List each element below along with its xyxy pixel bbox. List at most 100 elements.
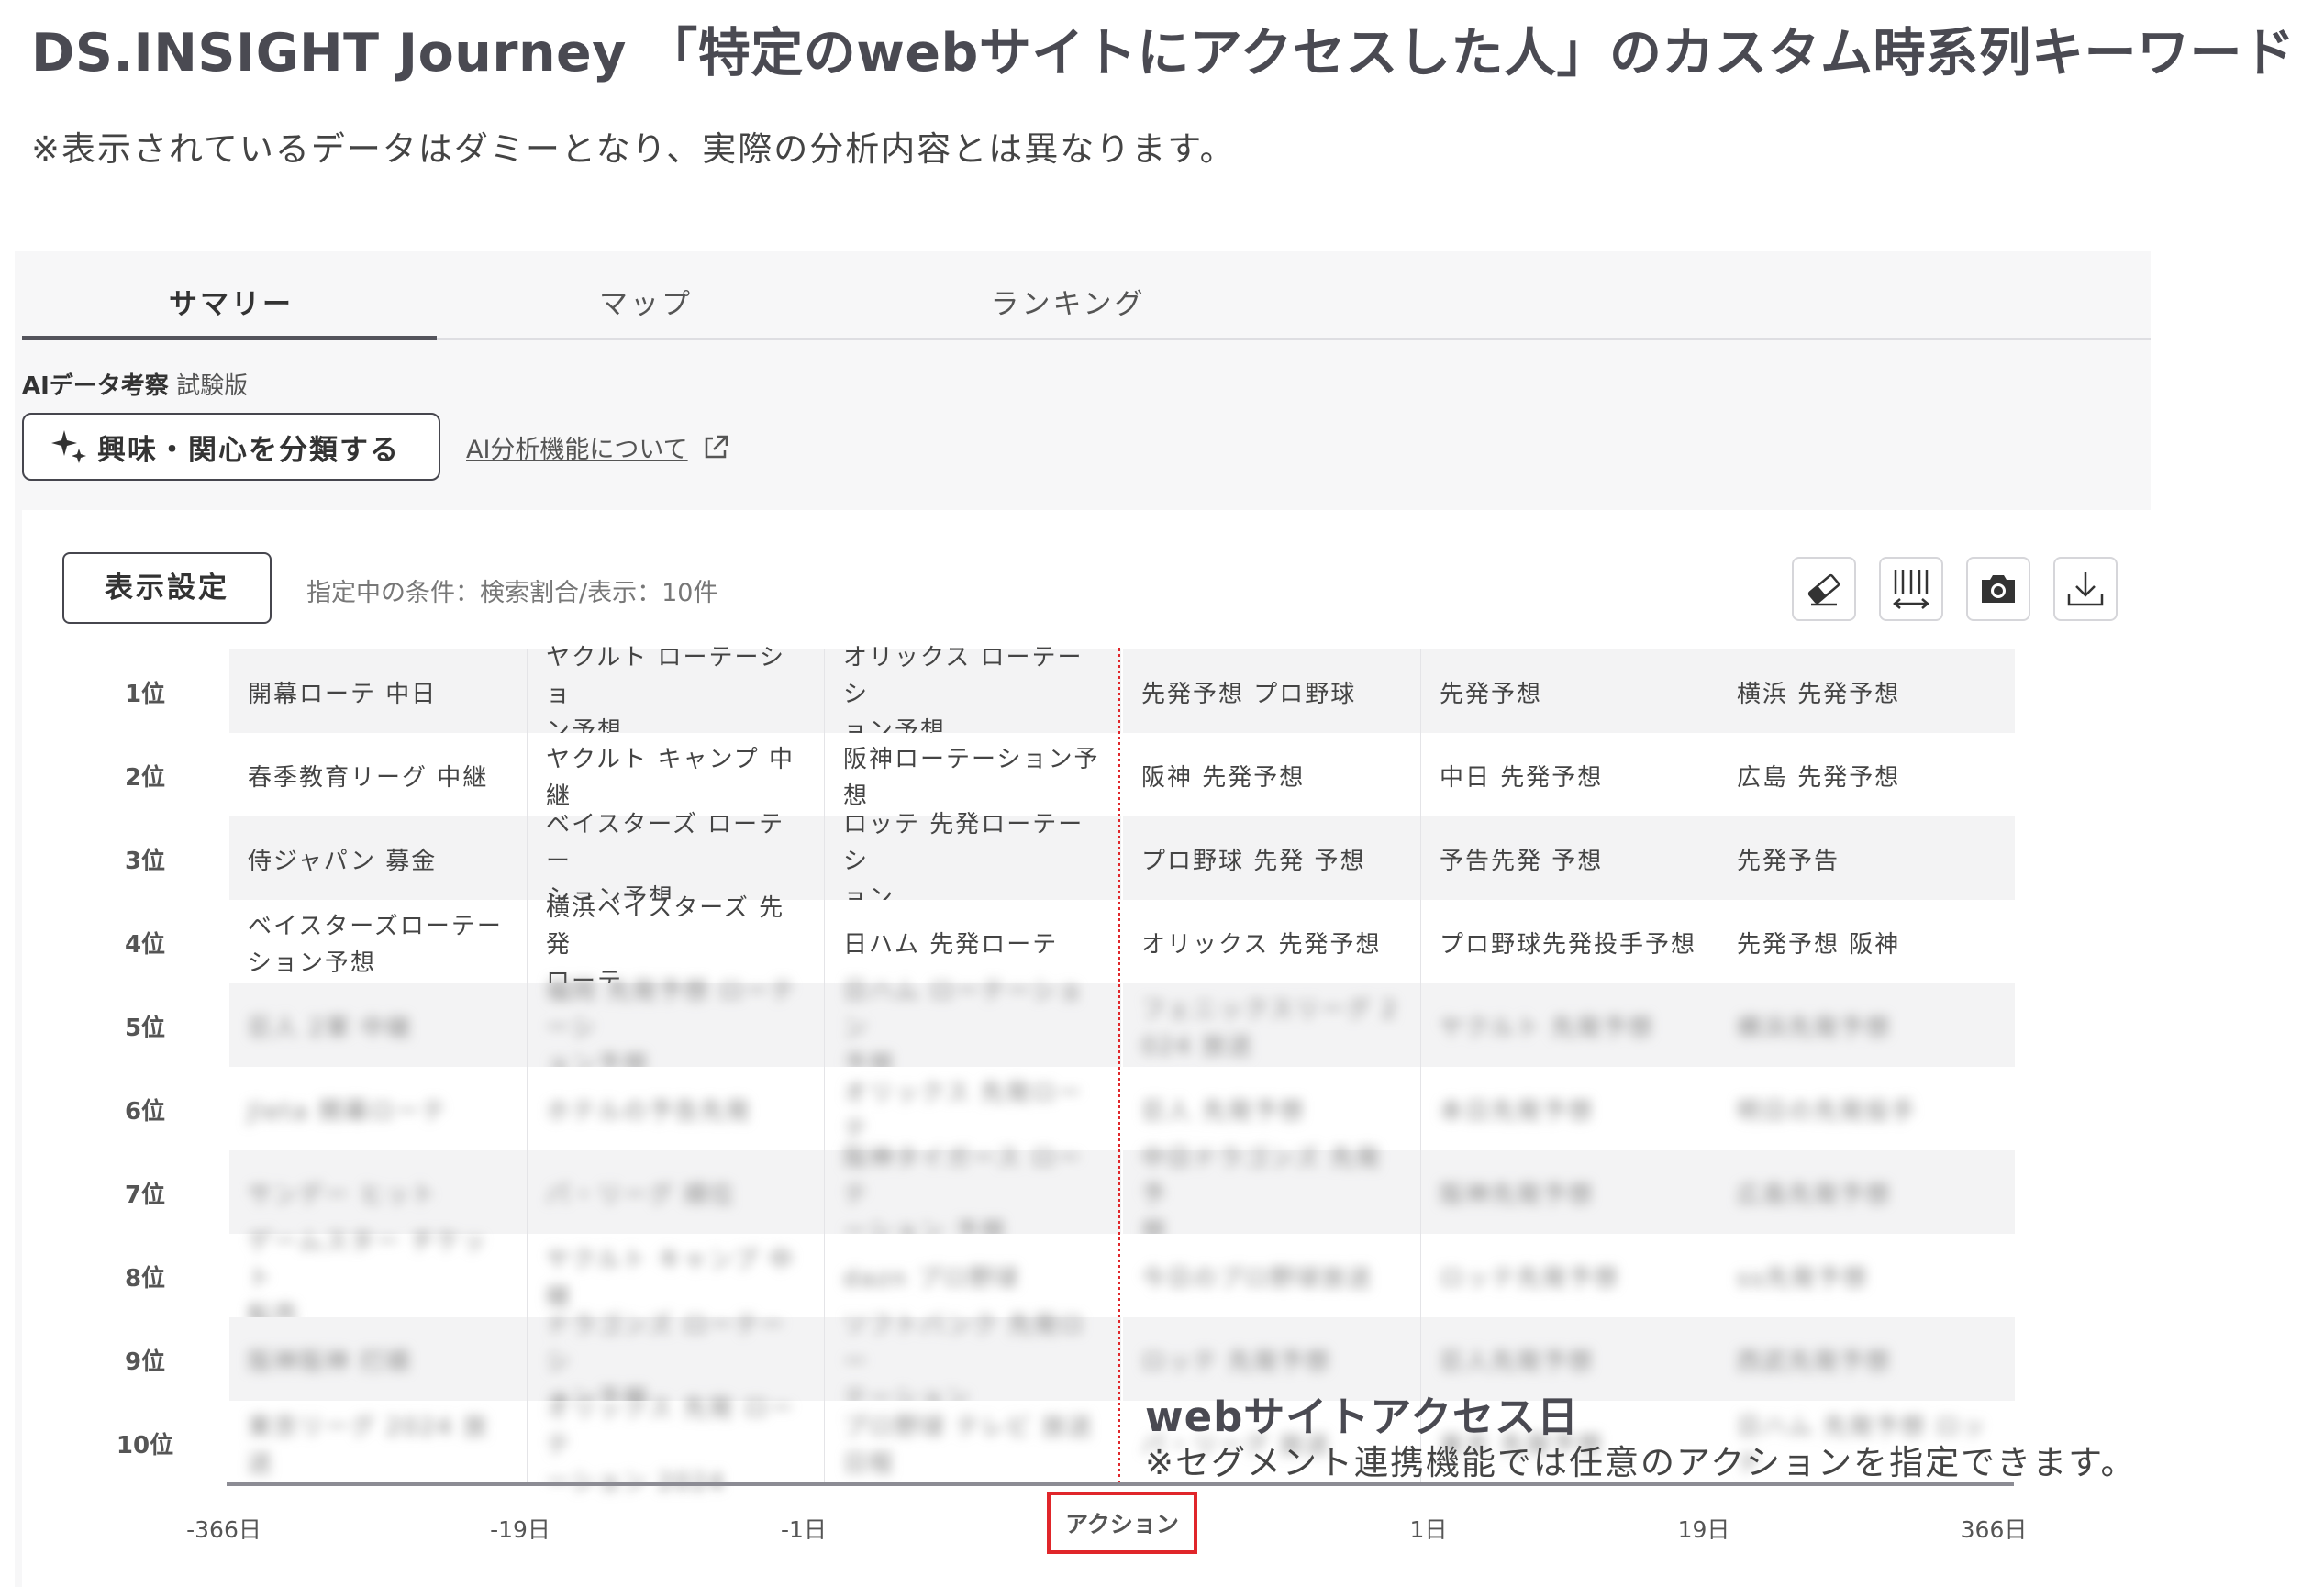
keyword-cell[interactable]: 先発予想 阪神 bbox=[1718, 900, 2015, 983]
keyword-cell[interactable]: 福岡 先発予想 ローテーシ ョン予想 bbox=[527, 978, 824, 1079]
screenshot-button[interactable] bbox=[1966, 557, 2030, 621]
classify-interests-button[interactable]: 興味・関心を分類する bbox=[22, 413, 440, 481]
download-button[interactable] bbox=[2053, 557, 2118, 621]
keyword-text: 開幕ローテ 中日 bbox=[248, 680, 438, 708]
keyword-cell[interactable]: ベイスターズローテー ション予想 bbox=[229, 900, 527, 983]
current-condition-text: 指定中の条件：検索割合/表示：10件 bbox=[306, 579, 718, 607]
keyword-text: 阪神タイガース ローテ bbox=[843, 1144, 1083, 1209]
keyword-cell[interactable]: 中日 先発予想 bbox=[1420, 733, 1718, 816]
keyword-text: 日ハム ローテーション bbox=[843, 977, 1084, 1042]
keyword-cell[interactable]: 今日のプロ野球放送 bbox=[1123, 1234, 1420, 1317]
tab-map[interactable]: マップ bbox=[437, 279, 855, 336]
keyword-cell[interactable]: 広島先発予想 bbox=[1718, 1150, 2015, 1234]
keyword-text: 中日ドラゴンズ 先発予 bbox=[1141, 1144, 1382, 1209]
keyword-cell[interactable]: 侍ジャパン 募金 bbox=[229, 816, 527, 900]
keyword-cell[interactable]: Jleta 開幕ローテ bbox=[229, 1067, 527, 1150]
keyword-cell[interactable]: ヤクルト キャンプ 中継 bbox=[527, 1234, 824, 1317]
keyword-text: サンデー ヒット bbox=[248, 1181, 438, 1209]
keyword-text: 春季教育リーグ 中継 bbox=[248, 763, 489, 792]
keyword-cell[interactable]: プロ野球 先発 予想 bbox=[1123, 816, 1420, 900]
keyword-text: 広島先発予想 bbox=[1737, 1181, 1892, 1209]
keyword-cell[interactable]: 阪神 先発予想 bbox=[1123, 733, 1420, 816]
keyword-cell[interactable]: 予告先発 予想 bbox=[1420, 816, 1718, 900]
keyword-cell[interactable]: 阪神ローテーション予想 bbox=[824, 733, 1121, 816]
keyword-cell[interactable]: オリックス 先発予想 bbox=[1123, 900, 1420, 983]
keyword-text: ベイスターズローテー bbox=[248, 912, 503, 940]
keyword-cell[interactable]: 春季教育リーグ 中継 bbox=[229, 733, 527, 816]
keyword-cell[interactable]: ホテルの予告先発 bbox=[527, 1067, 824, 1150]
column-width-button[interactable] bbox=[1879, 557, 1943, 621]
keyword-cell[interactable]: ヤクルト ローテーショ ン予想 bbox=[527, 644, 824, 745]
ai-feature-link-label: AI分析機能について bbox=[466, 436, 688, 464]
keyword-cell[interactable]: オリックス 先発ローテ bbox=[824, 1067, 1121, 1150]
camera-icon bbox=[1982, 575, 2015, 603]
keyword-cell[interactable]: 先発予想 プロ野球 bbox=[1123, 649, 1420, 733]
tab-ranking[interactable]: ランキング bbox=[859, 279, 1277, 336]
keyword-cell[interactable]: ベイスターズ ローテー ション予想 bbox=[527, 811, 824, 912]
keyword-cell[interactable]: 先発予想 bbox=[1420, 649, 1718, 733]
column-width-icon bbox=[1893, 570, 1929, 609]
rank-label: 9位 bbox=[124, 1348, 166, 1376]
keyword-text: 中日 先発予想 bbox=[1440, 763, 1604, 792]
keyword-cell[interactable]: 東京リーグ 2024 放送 bbox=[229, 1401, 527, 1484]
keyword-cell[interactable]: 開幕ローテ 中日 bbox=[229, 649, 527, 733]
keyword-text: ドラゴンズ ローテーシ bbox=[546, 1311, 786, 1376]
eraser-button[interactable] bbox=[1792, 557, 1856, 621]
keyword-text: 日程 bbox=[843, 1449, 895, 1478]
keyword-text: 予告先発 予想 bbox=[1440, 847, 1604, 875]
keyword-cell[interactable]: オリックス ローテーシ ョン予想 bbox=[824, 644, 1121, 745]
keyword-cell[interactable]: 阪神タイガース ローテ ーション 予想 bbox=[824, 1145, 1121, 1246]
rank-label: 7位 bbox=[124, 1182, 166, 1209]
keyword-text: 阪神 先発予想 bbox=[1141, 763, 1306, 792]
keyword-cell[interactable]: 日ハム 先発ローテ bbox=[824, 900, 1121, 983]
keyword-cell[interactable]: オリックス 先発 ローテーション 2024 bbox=[527, 1395, 824, 1496]
keyword-cell[interactable]: 阪神先発予想 bbox=[1420, 1150, 1718, 1234]
ai-feature-link[interactable]: AI分析機能について bbox=[466, 429, 730, 465]
keyword-cell[interactable]: ゲームスター チケット 転売 bbox=[229, 1228, 527, 1329]
keyword-cell[interactable]: 明日の先発投手 bbox=[1718, 1067, 2015, 1150]
keyword-cell[interactable]: サンデー ヒット bbox=[229, 1150, 527, 1234]
keyword-cell[interactable]: 西武先発予想 bbox=[1718, 1317, 2015, 1401]
display-settings-button[interactable]: 表示設定 bbox=[62, 552, 272, 624]
sparkle-icon bbox=[51, 430, 86, 463]
keyword-cell[interactable]: 横浜ベイスターズ 先発 ローテ bbox=[527, 894, 824, 995]
keyword-cell[interactable]: ss先発予想 bbox=[1718, 1234, 2015, 1317]
keyword-cell[interactable]: 横浜 先発予想 bbox=[1718, 649, 2015, 733]
keyword-cell[interactable]: dazn プロ野球 bbox=[824, 1234, 1121, 1317]
keyword-cell[interactable]: 広島 先発予想 bbox=[1718, 733, 2015, 816]
keyword-cell[interactable]: ソフトバンク 先発ロー テーション bbox=[824, 1312, 1121, 1413]
tab-summary[interactable]: サマリー bbox=[22, 279, 440, 336]
keyword-text: オリックス ローテーシ bbox=[843, 643, 1084, 708]
keyword-cell[interactable]: ロッテ 先発ローテーシ ョン bbox=[824, 811, 1121, 912]
keyword-cell[interactable]: ドラゴンズ ローテーシ ョン予想 bbox=[527, 1312, 824, 1413]
period-column: ヤクルト ローテーショ ン予想 ヤクルト キャンプ 中継ベイスターズ ローテー ション… bbox=[527, 644, 824, 1496]
keyword-cell[interactable]: ロッテ先発予想 bbox=[1420, 1234, 1718, 1317]
eraser-icon bbox=[1807, 573, 1840, 606]
page-title: DS.INSIGHT Journey 「特定のwebサイトにアクセスした人」のカ… bbox=[31, 23, 2296, 83]
keyword-cell[interactable]: 本日先発予想 bbox=[1420, 1067, 1718, 1150]
keyword-text: 阪神ローテーション予 bbox=[843, 745, 1100, 773]
ai-insight-title: AIデータ考察 bbox=[22, 372, 169, 400]
keyword-cell[interactable]: プロ野球 テレビ 放送 日程 bbox=[824, 1401, 1121, 1484]
annotation-subtitle: ※セグメント連携機能では任意のアクションを指定できます。 bbox=[1145, 1443, 2137, 1482]
keyword-cell[interactable]: 阪神阪神 打順 bbox=[229, 1317, 527, 1401]
keyword-text: 今日のプロ野球放送 bbox=[1141, 1264, 1373, 1293]
keyword-text: 先発予想 bbox=[1440, 680, 1543, 708]
keyword-cell[interactable]: フェニックスリーグ 2 024 放送 bbox=[1123, 983, 1420, 1067]
keyword-text: 巨人 先発予想 bbox=[1141, 1097, 1306, 1126]
keyword-cell[interactable]: プロ野球先発投手予想 bbox=[1420, 900, 1718, 983]
action-marker-line bbox=[1118, 648, 1120, 1484]
keyword-cell[interactable]: 中日ドラゴンズ 先発予想 bbox=[1123, 1145, 1420, 1246]
keyword-cell[interactable]: ヤクルト 先発予想 bbox=[1420, 983, 1718, 1067]
keyword-cell[interactable]: ヤクルト キャンプ 中継 bbox=[527, 733, 824, 816]
keyword-cell[interactable]: 横浜先発予想 bbox=[1718, 983, 2015, 1067]
keyword-cell[interactable]: パ・リーグ 順位 bbox=[527, 1150, 824, 1234]
keyword-cell[interactable]: 日ハム ローテーション 予想 bbox=[824, 978, 1121, 1079]
rank-label: 10位 bbox=[116, 1432, 174, 1459]
keyword-cell[interactable]: 先発予告 bbox=[1718, 816, 2015, 900]
keyword-cell[interactable]: 巨人 2軍 中継 bbox=[229, 983, 527, 1067]
keyword-text: dazn プロ野球 bbox=[843, 1264, 1020, 1293]
keyword-cell[interactable]: 巨人 先発予想 bbox=[1123, 1067, 1420, 1150]
keyword-text: ヤクルト 先発予想 bbox=[1440, 1014, 1654, 1042]
keyword-text: オリックス 先発予想 bbox=[1141, 930, 1382, 959]
